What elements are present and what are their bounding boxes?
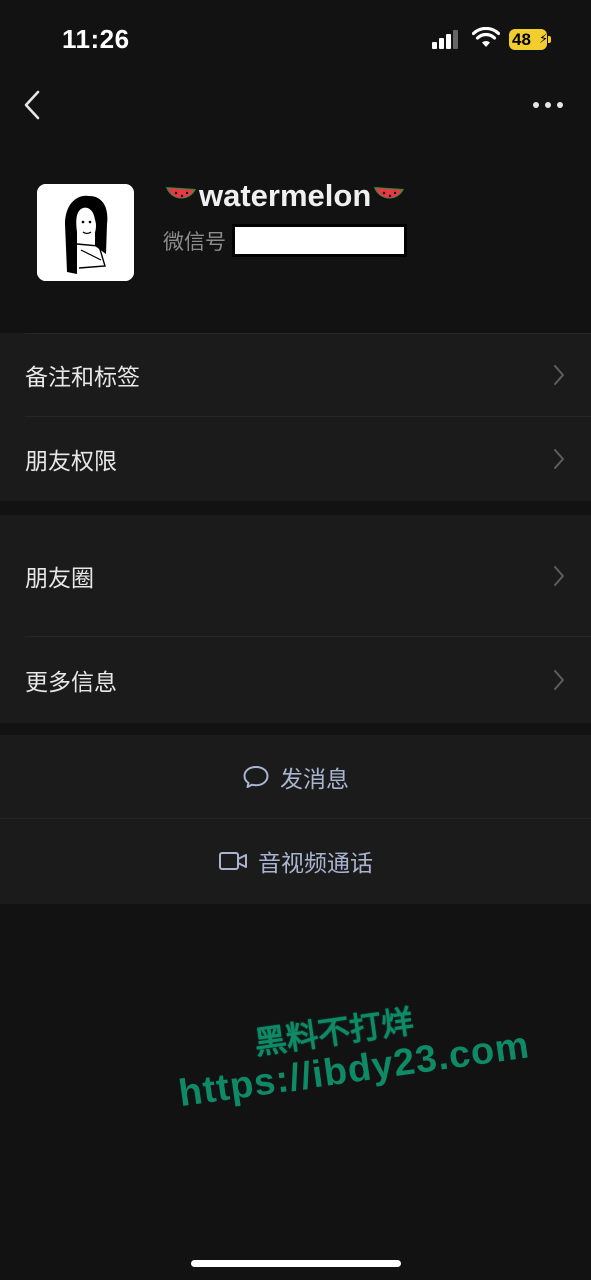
row-label: 朋友圈 (25, 566, 94, 592)
actions-group: 发消息 音视频通话 (0, 735, 591, 904)
watermark: 黑料不打烊 https://ibdy23.com (170, 980, 543, 1149)
avatar-drawing (37, 184, 134, 281)
row-label: 备注和标签 (25, 365, 140, 391)
more-options-icon[interactable] (528, 92, 568, 118)
send-message-button[interactable]: 发消息 (0, 735, 591, 819)
status-time: 11:26 (62, 24, 130, 54)
profile-name: watermelon (163, 178, 407, 214)
status-bar: 11:26 48 ⚡ (0, 0, 591, 80)
battery-level: 48 (512, 30, 531, 49)
wechat-id-label: 微信号 (163, 229, 226, 254)
nav-bar (0, 80, 591, 130)
chevron-right-icon (554, 365, 564, 385)
chat-bubble-icon (243, 766, 269, 788)
wifi-icon (472, 27, 500, 47)
profile-header: watermelon 微信号 (0, 160, 591, 320)
back-chevron-icon[interactable] (18, 88, 48, 122)
send-message-label: 发消息 (280, 767, 349, 793)
avatar[interactable] (37, 184, 134, 281)
cellular-signal-icon (432, 30, 458, 49)
more-info-row[interactable]: 更多信息 (0, 637, 591, 723)
chevron-right-icon (554, 566, 564, 586)
wechat-id-redacted (232, 224, 407, 257)
row-label: 朋友权限 (25, 449, 117, 475)
friend-permissions-row[interactable]: 朋友权限 (0, 417, 591, 501)
watermelon-icon (374, 187, 405, 199)
moments-row[interactable]: 朋友圈 (0, 515, 591, 637)
charging-bolt-icon: ⚡ (539, 32, 549, 47)
watermelon-icon (166, 187, 196, 199)
video-call-button[interactable]: 音视频通话 (0, 819, 591, 903)
wechat-id-row: 微信号 (163, 224, 407, 257)
battery-indicator: 48 ⚡ (509, 29, 551, 50)
menu-group-1: 备注和标签 朋友权限 (0, 333, 591, 501)
chevron-right-icon (554, 449, 564, 469)
chevron-right-icon (554, 670, 564, 690)
row-label: 更多信息 (25, 670, 117, 696)
remarks-and-tags-row[interactable]: 备注和标签 (0, 333, 591, 417)
video-call-label: 音视频通话 (258, 851, 373, 877)
video-camera-icon (219, 852, 247, 870)
profile-name-text: watermelon (199, 178, 372, 213)
menu-group-2: 朋友圈 更多信息 (0, 515, 591, 723)
home-indicator[interactable] (191, 1260, 401, 1267)
